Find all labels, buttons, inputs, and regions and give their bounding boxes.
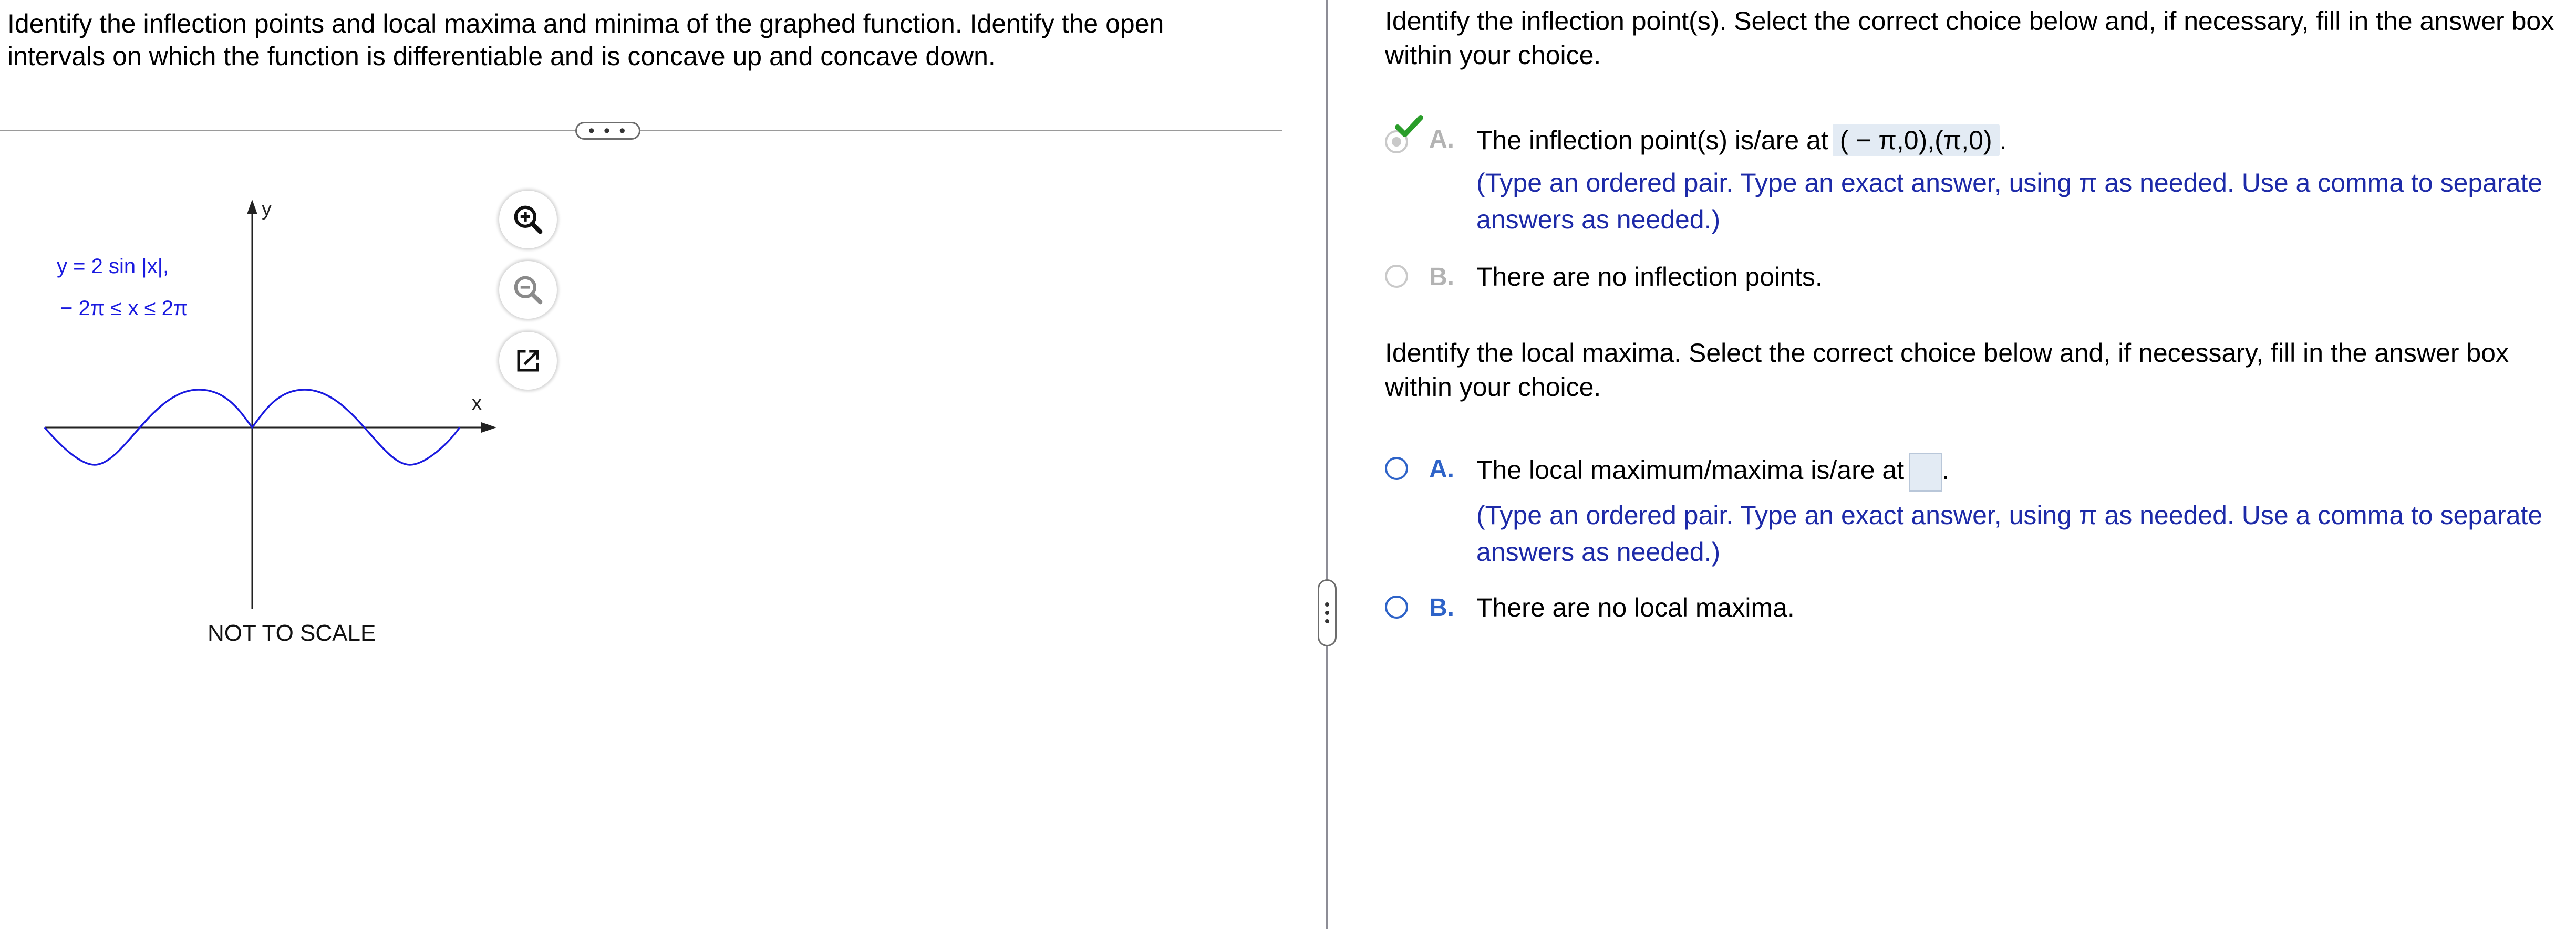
more-options-button[interactable]: • • •: [575, 122, 640, 140]
q1-choice-b-radio[interactable]: [1385, 265, 1408, 288]
q1-choice-a-hint: (Type an ordered pair. Type an exact ans…: [1476, 168, 2543, 234]
q2-choice-b-letter: B.: [1429, 594, 1454, 622]
panel-resize-handle[interactable]: [1318, 579, 1337, 646]
q1-choice-a-label: The inflection point(s) is/are at( − π,0…: [1476, 124, 2007, 156]
q2-choice-b-radio[interactable]: [1385, 596, 1408, 619]
question-local-maxima: Identify the local maxima. Select the co…: [1385, 338, 2509, 402]
x-axis-arrow: [481, 422, 496, 433]
y-axis-label: y: [262, 198, 272, 220]
zoom-in-icon: [514, 205, 543, 234]
q1-choice-a[interactable]: A. The inflection point(s) is/are at( − …: [1385, 115, 2572, 246]
zoom-out-button[interactable]: [499, 261, 557, 319]
zoom-in-button[interactable]: [499, 191, 557, 248]
question-inflection-points: Identify the inflection point(s). Select…: [1385, 6, 2554, 70]
graph-equation: y = 2 sin |x|,: [57, 255, 169, 278]
q1-choice-b-text: There are no inflection points.: [1476, 262, 1823, 291]
y-axis-arrow: [247, 200, 257, 214]
q2-choice-b[interactable]: B. There are no local maxima.: [1385, 593, 2572, 630]
section-divider: [0, 130, 1282, 131]
x-axis-label: x: [472, 392, 482, 414]
q2-choice-a-label: The local maximum/maxima is/are at.: [1476, 453, 1949, 492]
q2-choice-a[interactable]: A. The local maximum/maxima is/are at. (…: [1385, 453, 2572, 576]
zoom-out-icon: [514, 276, 543, 305]
function-graph: y = 2 sin |x|, − 2π ≤ x ≤ 2π y x NOT TO …: [44, 198, 496, 646]
q2-choice-a-letter: A.: [1429, 455, 1454, 483]
q1-answer-field[interactable]: ( − π,0),(π,0): [1832, 124, 2000, 156]
q1-choice-a-text: The inflection point(s) is/are at: [1476, 126, 1828, 155]
q2-choice-b-text: There are no local maxima.: [1476, 593, 1795, 622]
popout-icon: [517, 350, 539, 372]
q2-choice-a-radio[interactable]: [1385, 457, 1408, 480]
correct-check-icon: [1395, 115, 1423, 137]
graph-domain: − 2π ≤ x ≤ 2π: [60, 297, 188, 320]
q2-answer-field[interactable]: [1909, 453, 1942, 492]
q1-choice-a-letter: A.: [1429, 126, 1454, 153]
q2-choice-a-hint: (Type an ordered pair. Type an exact ans…: [1476, 500, 2543, 567]
not-to-scale-note: NOT TO SCALE: [208, 620, 376, 646]
problem-statement: Identify the inflection points and local…: [7, 9, 1164, 71]
q1-choice-b[interactable]: B. There are no inflection points.: [1385, 262, 2572, 299]
q2-choice-a-text: The local maximum/maxima is/are at: [1476, 455, 1905, 485]
q1-choice-b-letter: B.: [1429, 263, 1454, 291]
panel-divider: [1326, 0, 1328, 929]
popout-button[interactable]: [499, 332, 557, 390]
